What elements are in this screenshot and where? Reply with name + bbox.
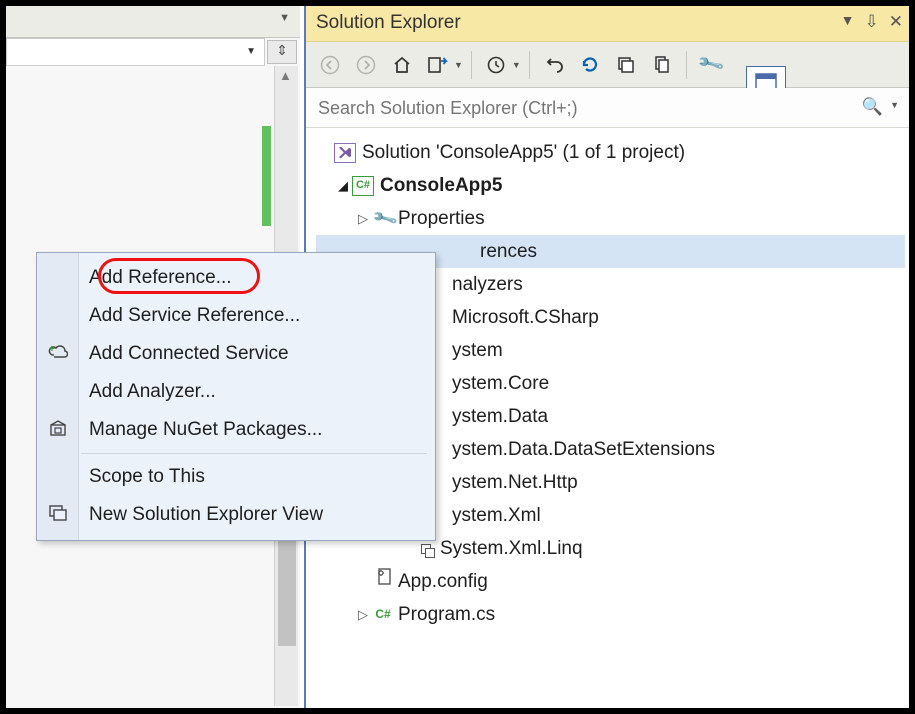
dropdown-icon[interactable]: ▼ <box>890 100 899 110</box>
solution-label: Solution 'ConsoleApp5' (1 of 1 project) <box>362 136 685 169</box>
close-icon[interactable]: ✕ <box>889 12 903 32</box>
appconfig-label: App.config <box>398 565 488 598</box>
collapse-all-button[interactable] <box>610 49 642 81</box>
sync-doc-icon <box>427 55 449 75</box>
solution-node[interactable]: Solution 'ConsoleApp5' (1 of 1 project) <box>316 136 905 169</box>
split-handle-icon[interactable]: ⇕ <box>267 40 297 64</box>
chevron-down-icon[interactable]: ▼ <box>246 46 256 57</box>
reference-label: ystem.Data <box>452 400 548 433</box>
properties-label: Properties <box>398 202 485 235</box>
dropdown-icon[interactable]: ▼ <box>512 60 521 70</box>
svg-text:+: + <box>49 344 55 355</box>
chevron-down-icon[interactable]: ▼ <box>279 12 290 24</box>
context-menu: Add Reference... Add Service Reference..… <box>36 252 436 541</box>
arrow-left-icon <box>320 55 340 75</box>
scroll-up-icon[interactable]: ▲ <box>279 68 292 83</box>
forward-button[interactable] <box>350 49 382 81</box>
separator <box>686 51 687 79</box>
properties-button[interactable]: 🔧 <box>695 49 727 81</box>
home-icon <box>392 55 412 75</box>
programcs-node[interactable]: ▷ C# Program.cs <box>316 598 905 631</box>
dropdown-icon[interactable]: ▼ <box>454 60 463 70</box>
menu-add-service-reference[interactable]: Add Service Reference... <box>37 297 435 335</box>
change-marker <box>262 126 271 226</box>
solution-explorer-toolbar: ▼ ▼ 🔧 <box>306 42 909 88</box>
menu-label: Add Service Reference... <box>89 305 300 327</box>
nuget-icon <box>45 419 71 442</box>
menu-add-reference[interactable]: Add Reference... <box>37 259 435 297</box>
separator <box>471 51 472 79</box>
reference-label: ystem <box>452 334 503 367</box>
undo-button[interactable] <box>538 49 570 81</box>
menu-add-analyzer[interactable]: Add Analyzer... <box>37 373 435 411</box>
arrow-right-icon <box>356 55 376 75</box>
programcs-label: Program.cs <box>398 598 495 631</box>
expander-open-icon[interactable]: ◢ <box>334 169 352 202</box>
menu-label: Add Reference... <box>89 267 232 289</box>
menu-scope-to-this[interactable]: Scope to This <box>37 458 435 496</box>
appconfig-node[interactable]: App.config <box>316 565 905 598</box>
menu-label: Scope to This <box>89 466 205 488</box>
pending-changes-button[interactable] <box>480 49 512 81</box>
search-input[interactable] <box>316 93 899 123</box>
menu-label: Manage NuGet Packages... <box>89 419 322 441</box>
panel-menu-icon[interactable]: ▼ <box>841 12 855 32</box>
refresh-button[interactable] <box>574 49 606 81</box>
back-button[interactable] <box>314 49 346 81</box>
menu-new-solution-explorer-view[interactable]: New Solution Explorer View <box>37 496 435 534</box>
new-view-icon <box>45 504 71 527</box>
home-button[interactable] <box>386 49 418 81</box>
files-icon <box>652 55 672 75</box>
editor-navbar[interactable]: ▼ <box>6 38 265 66</box>
menu-add-connected-service[interactable]: + Add Connected Service <box>37 335 435 373</box>
menu-separator <box>81 453 427 454</box>
editor-tabstrip: ▼ <box>6 6 300 38</box>
reference-label: ystem.Net.Http <box>452 466 578 499</box>
panel-title-bar[interactable]: Solution Explorer ▼ ⇩ ✕ <box>306 6 909 42</box>
connected-service-icon: + <box>45 343 71 366</box>
menu-label: Add Connected Service <box>89 343 289 365</box>
pin-icon[interactable]: ⇩ <box>865 12 879 32</box>
project-node[interactable]: ◢ C# ConsoleApp5 <box>316 169 905 202</box>
references-label: rences <box>480 235 537 268</box>
separator <box>529 51 530 79</box>
menu-label: New Solution Explorer View <box>89 504 323 526</box>
project-label: ConsoleApp5 <box>380 169 502 202</box>
reference-label: System.Xml.Linq <box>440 532 583 565</box>
properties-node[interactable]: ▷ 🔧 Properties <box>316 202 905 235</box>
analyzers-label: nalyzers <box>452 268 523 301</box>
reference-label: ystem.Xml <box>452 499 541 532</box>
panel-title: Solution Explorer <box>316 12 461 33</box>
wrench-icon: 🔧 <box>696 50 726 79</box>
csharp-project-icon: C# <box>352 176 374 196</box>
clock-icon <box>486 55 506 75</box>
search-box[interactable]: 🔍 ▼ <box>306 88 909 128</box>
solution-icon <box>334 143 356 163</box>
show-all-files-button[interactable] <box>646 49 678 81</box>
csharp-file-icon: C# <box>372 606 394 624</box>
search-icon[interactable]: 🔍 <box>862 97 883 117</box>
expander-icon[interactable]: ▷ <box>354 598 372 631</box>
reference-label: ystem.Core <box>452 367 549 400</box>
reference-label: Microsoft.CSharp <box>452 301 599 334</box>
collapse-icon <box>616 55 636 75</box>
refresh-icon <box>580 55 600 75</box>
sync-active-doc-button[interactable] <box>422 49 454 81</box>
menu-label: Add Analyzer... <box>89 381 216 403</box>
reference-label: ystem.Data.DataSetExtensions <box>452 433 715 466</box>
menu-manage-nuget[interactable]: Manage NuGet Packages... <box>37 411 435 449</box>
undo-icon <box>544 55 564 75</box>
config-icon <box>372 565 398 598</box>
